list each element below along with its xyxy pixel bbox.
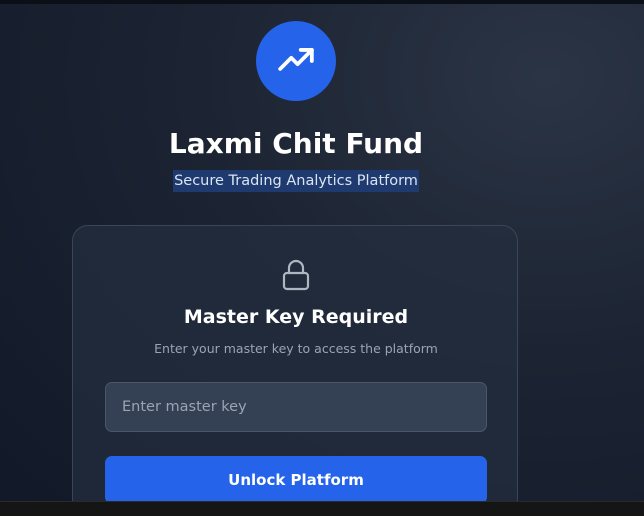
app-subtitle: Secure Trading Analytics Platform: [173, 170, 419, 192]
subtitle-container: Secure Trading Analytics Platform: [0, 170, 592, 192]
trending-up-icon: [278, 48, 314, 71]
window-top-edge: [0, 0, 644, 4]
lock-icon: [282, 259, 310, 291]
card-title: Master Key Required: [183, 306, 409, 328]
unlock-platform-button[interactable]: Unlock Platform: [105, 456, 487, 504]
master-key-input[interactable]: [105, 382, 487, 432]
app-title: Laxmi Chit Fund: [168, 127, 424, 160]
master-key-card: Master Key Required Enter your master ke…: [72, 225, 518, 516]
window-bottom-edge: [0, 501, 644, 516]
card-description: Enter your master key to access the plat…: [154, 341, 438, 356]
brand-logo: [256, 21, 336, 101]
